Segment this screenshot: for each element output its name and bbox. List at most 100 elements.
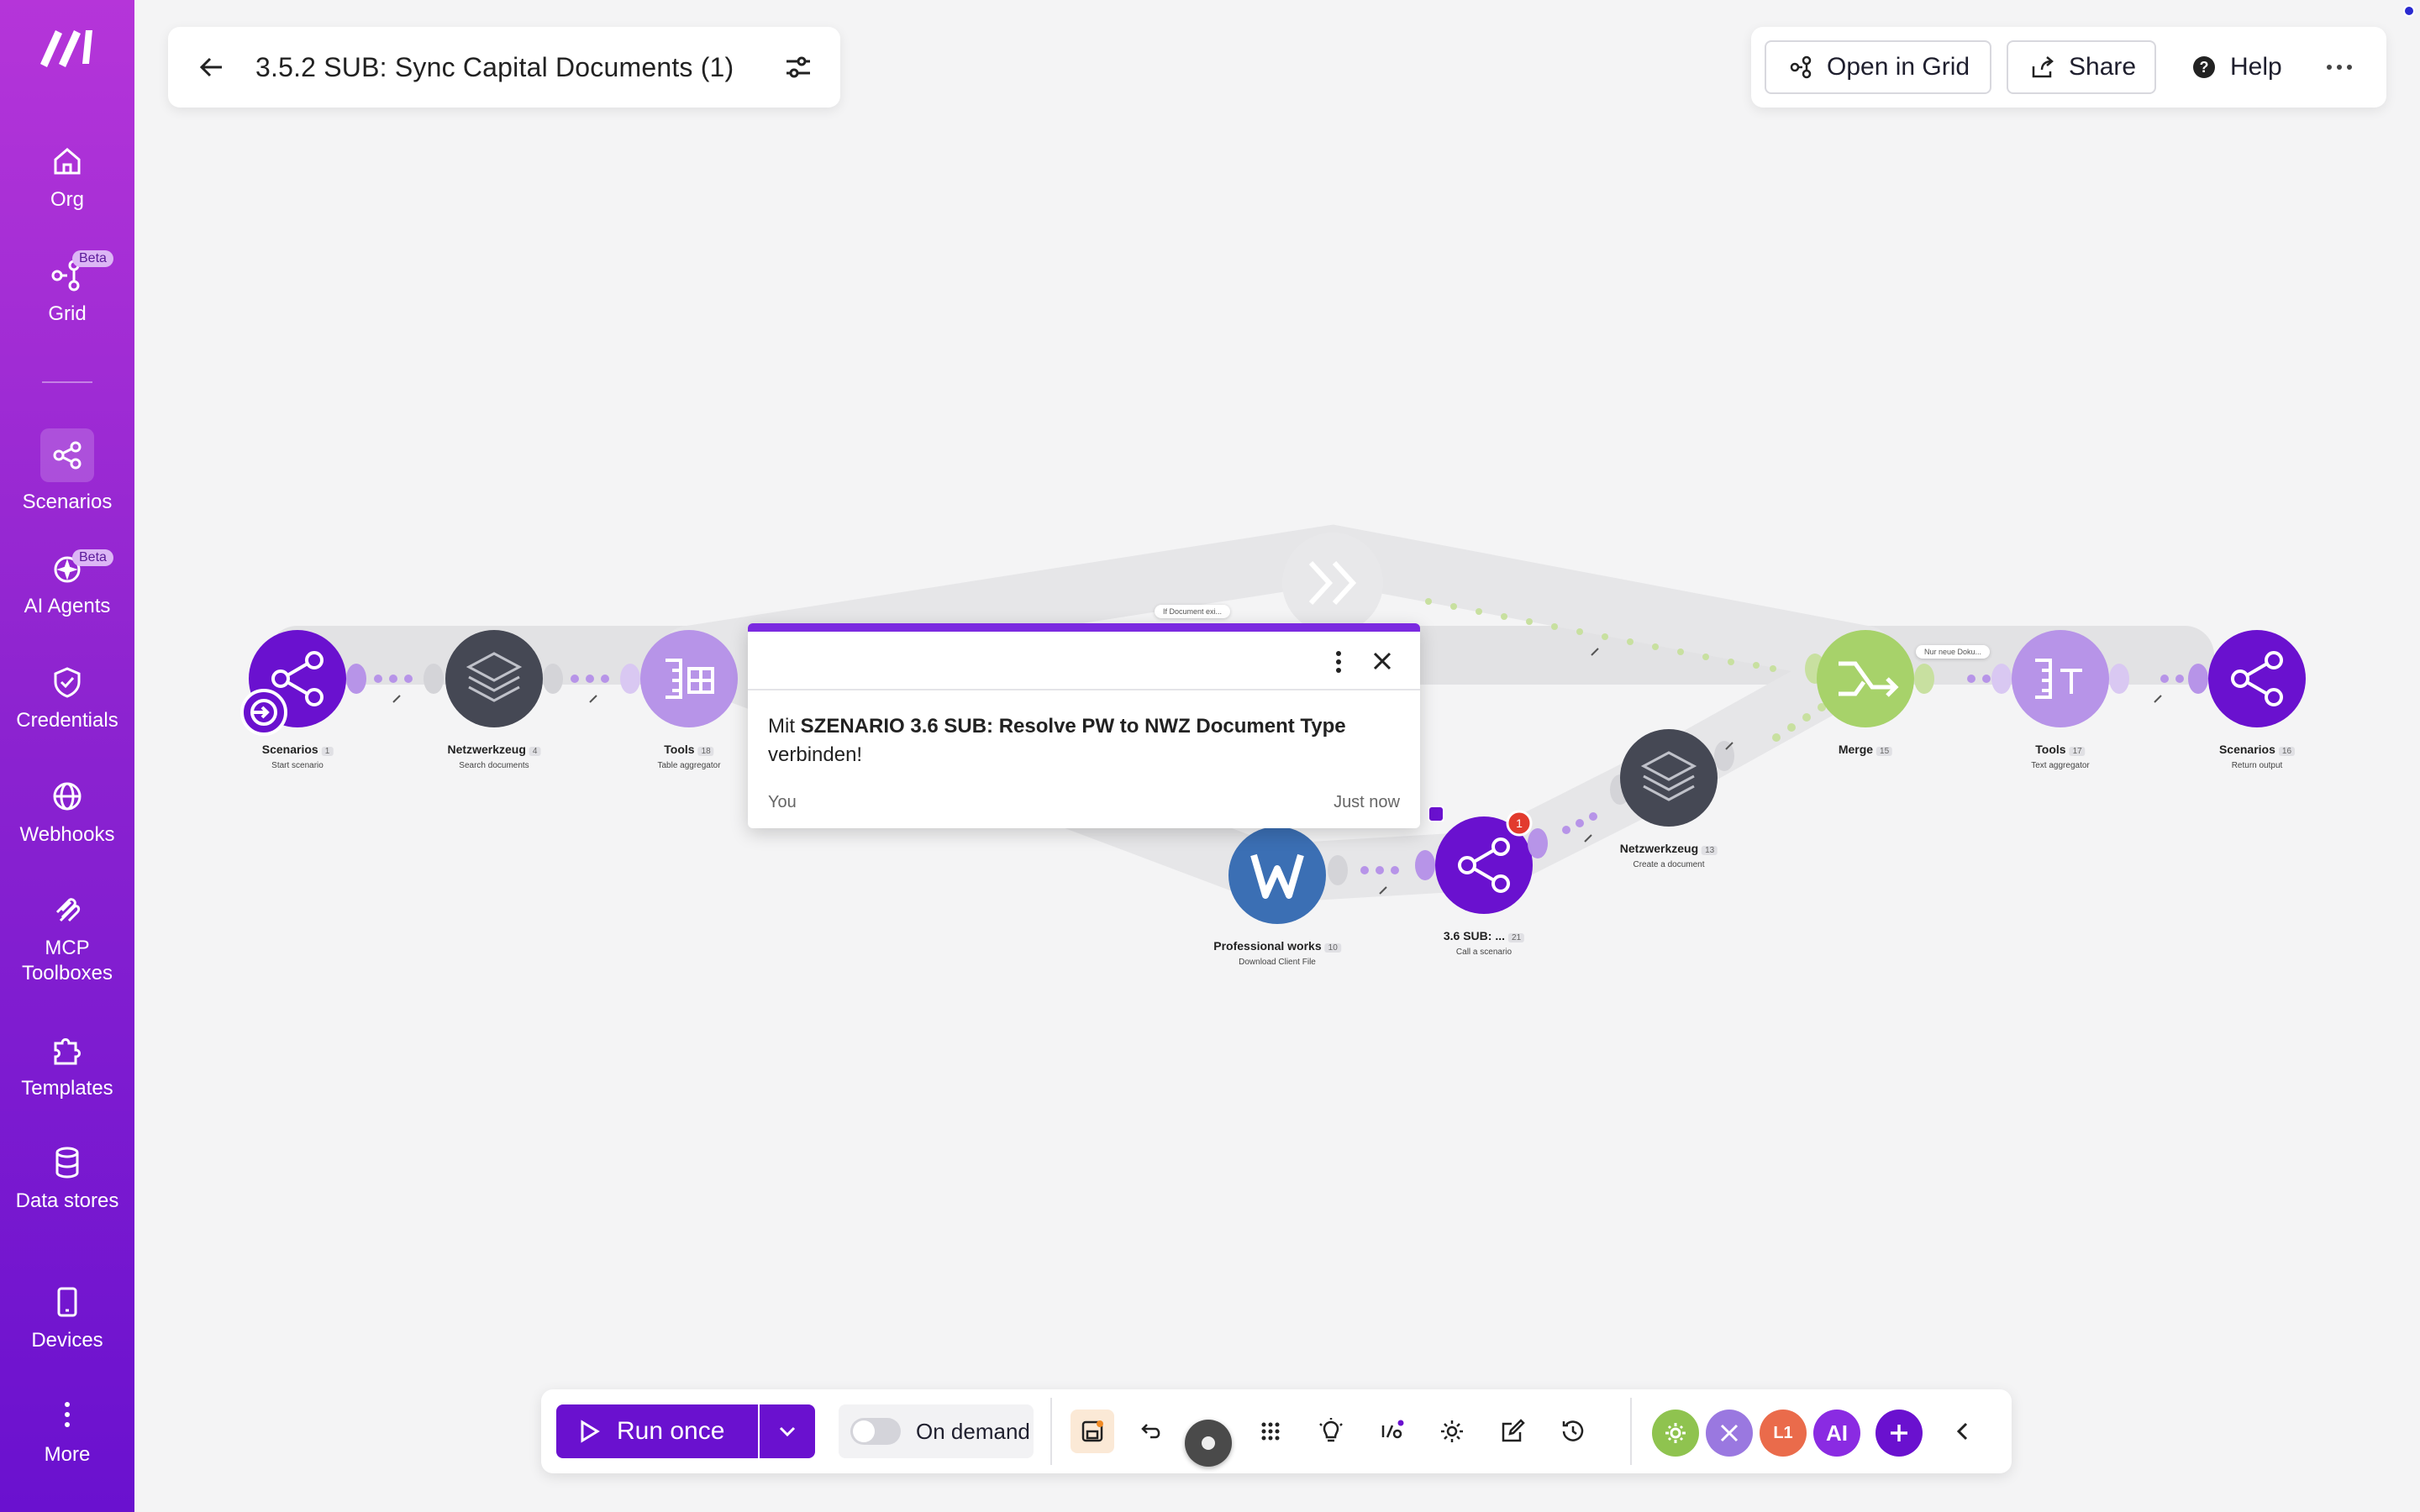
database-icon	[49, 1144, 86, 1181]
mcp-icon	[49, 892, 86, 929]
text-parser-button[interactable]: L1	[1760, 1410, 1807, 1457]
sidebar-item-more[interactable]: More	[0, 1398, 134, 1468]
comment-popup-header	[748, 632, 1420, 690]
puzzle-icon	[49, 1032, 86, 1068]
sidebar: Org Beta Grid Scenarios Beta AI Agents C…	[0, 0, 134, 1512]
save-button[interactable]	[1071, 1410, 1114, 1453]
run-once-label: Run once	[617, 1417, 725, 1445]
gear-icon	[1665, 1423, 1686, 1443]
history-icon	[1562, 1420, 1584, 1441]
phone-icon	[49, 1284, 86, 1320]
sidebar-item-label: Scenarios	[22, 491, 113, 513]
node-sublabel: Call a scenario	[1455, 948, 1512, 957]
share-icon	[49, 437, 86, 474]
record-button[interactable]	[1185, 1420, 1232, 1467]
schedule-switch[interactable]	[850, 1418, 901, 1445]
sidebar-item-data-stores[interactable]: Data stores	[0, 1144, 134, 1215]
node-sublabel: Create a document	[1633, 860, 1705, 869]
flow-control-button[interactable]	[1652, 1410, 1699, 1457]
sidebar-item-ai-agents[interactable]: Beta AI Agents	[0, 549, 134, 620]
auto-align-button[interactable]	[1249, 1410, 1292, 1453]
sidebar-item-label: Templates	[21, 1077, 113, 1100]
plus-icon	[1891, 1425, 1907, 1441]
sidebar-item-label: MCP Toolboxes	[21, 937, 113, 984]
sidebar-item-label: Grid	[48, 302, 87, 325]
notes-button[interactable]	[1491, 1410, 1534, 1453]
node-label: Scenarios 16	[2219, 743, 2296, 756]
dots-vertical-icon	[49, 1398, 86, 1435]
grid-dots-icon	[1261, 1422, 1280, 1441]
node-sublabel: Download Client File	[1239, 958, 1316, 967]
sidebar-item-scenarios[interactable]: Scenarios	[0, 428, 134, 516]
history-button[interactable]	[1551, 1410, 1595, 1453]
node-sublabel: Return output	[2231, 761, 2283, 770]
sidebar-item-label: Webhooks	[19, 823, 115, 846]
io-button[interactable]	[1370, 1410, 1413, 1453]
comment-popup: Mit SZENARIO 3.6 SUB: Resolve PW to NWZ …	[748, 623, 1420, 828]
schedule-toggle[interactable]: On demand	[839, 1404, 1034, 1458]
undo-icon	[1141, 1424, 1160, 1439]
sidebar-item-label: Devices	[31, 1329, 103, 1352]
node-sublabel: Table aggregator	[657, 761, 721, 770]
globe-icon	[49, 778, 86, 815]
comment-time: Just now	[1334, 793, 1400, 811]
sidebar-item-mcp-toolboxes[interactable]: MCP Toolboxes	[0, 892, 134, 986]
filter-label-top[interactable]: If Document exi...	[1155, 605, 1231, 618]
lightbulb-icon	[1319, 1418, 1343, 1442]
add-module-button[interactable]	[1876, 1410, 1923, 1457]
gear-icon	[1441, 1420, 1463, 1442]
toolbar-divider	[1630, 1398, 1632, 1465]
edit-note-icon	[1502, 1419, 1525, 1442]
node-professional-works	[1228, 815, 1348, 924]
sidebar-item-label: More	[44, 1443, 91, 1466]
sidebar-item-credentials[interactable]: Credentials	[0, 664, 134, 734]
filter-label-right[interactable]: Nur neue Doku...	[1916, 645, 1991, 659]
chevron-left-icon	[1956, 1422, 1968, 1441]
ai-button[interactable]: AI	[1813, 1410, 1860, 1457]
node-label: Netzwerkzeug 4	[448, 743, 541, 756]
node-label: Scenarios 1	[262, 743, 334, 756]
toolbar-divider	[1050, 1398, 1052, 1465]
beta-badge: Beta	[72, 250, 113, 267]
home-icon	[49, 143, 86, 180]
explain-flow-button[interactable]	[1309, 1410, 1353, 1453]
node-sublabel: Start scenario	[271, 761, 324, 770]
sidebar-item-label: Data stores	[15, 1189, 119, 1212]
sidebar-divider	[42, 381, 92, 383]
node-sublabel: Search documents	[459, 761, 529, 770]
sidebar-item-label: AI Agents	[24, 595, 111, 617]
node-label: Professional works 10	[1213, 939, 1341, 953]
sidebar-item-webhooks[interactable]: Webhooks	[0, 778, 134, 848]
scenario-settings-button[interactable]	[1430, 1410, 1474, 1453]
beta-badge: Beta	[72, 549, 113, 566]
tools-button[interactable]	[1706, 1410, 1753, 1457]
status-dot	[2403, 5, 2415, 17]
collapse-toolbar-button[interactable]	[1941, 1410, 1985, 1453]
schedule-label: On demand	[916, 1418, 1030, 1444]
sidebar-item-label: Org	[50, 188, 84, 211]
save-icon	[1081, 1420, 1103, 1442]
node-label: Tools 18	[664, 743, 714, 756]
sidebar-item-label: Credentials	[16, 709, 118, 732]
node-label: Tools 17	[2035, 743, 2086, 756]
sidebar-item-org[interactable]: Org	[0, 143, 134, 213]
undo-button[interactable]	[1129, 1410, 1173, 1453]
play-icon	[581, 1420, 600, 1443]
io-icon	[1381, 1420, 1404, 1439]
close-icon[interactable]	[1370, 648, 1395, 674]
run-options-dropdown[interactable]	[760, 1404, 815, 1458]
comment-author: You	[768, 793, 797, 811]
make-logo-icon[interactable]	[37, 25, 97, 67]
wrench-cross-icon	[1720, 1424, 1739, 1442]
sidebar-item-templates[interactable]: Templates	[0, 1032, 134, 1102]
node-label: 3.6 SUB: ... 21	[1444, 929, 1525, 942]
chevron-down-icon	[779, 1426, 796, 1437]
run-once-button[interactable]: Run once	[556, 1404, 758, 1458]
comment-text: Mit SZENARIO 3.6 SUB: Resolve PW to NWZ …	[768, 715, 1346, 766]
more-vertical-icon[interactable]	[1328, 650, 1349, 674]
bottom-toolbar: Run once On demand L1 AI	[541, 1389, 2012, 1473]
node-label: Merge 15	[1839, 743, 1893, 756]
sidebar-item-devices[interactable]: Devices	[0, 1284, 134, 1354]
sidebar-item-grid[interactable]: Beta Grid	[0, 250, 134, 328]
node-error-count: 1	[1516, 816, 1523, 830]
